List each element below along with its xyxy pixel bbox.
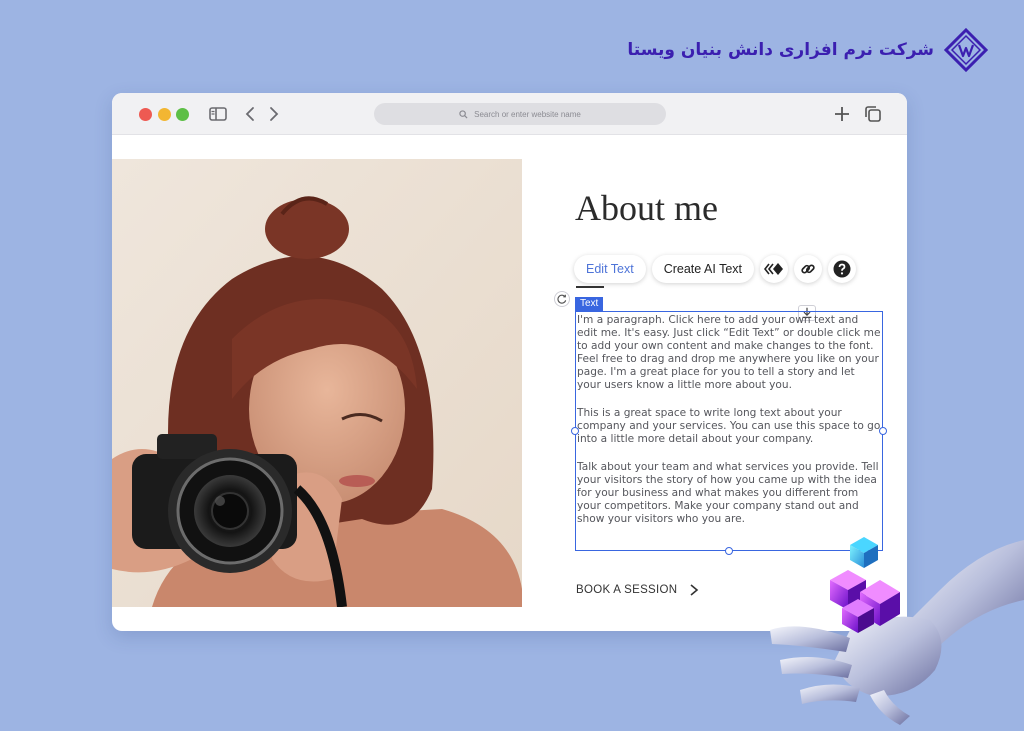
tabs-icon[interactable] [863, 104, 883, 124]
profile-photo [112, 159, 522, 607]
brand: شرکت نرم افزاری دانش بنیان ویستا [627, 28, 988, 72]
resize-handle-right[interactable] [879, 427, 887, 435]
book-session-link[interactable]: BOOK A SESSION [576, 583, 699, 597]
text-editor-toolbar: Edit Text Create AI Text [574, 255, 857, 283]
address-placeholder: Search or enter website name [474, 109, 581, 119]
chevron-right-icon [690, 584, 699, 596]
back-icon[interactable] [240, 104, 260, 124]
link-button[interactable] [794, 255, 823, 283]
close-window-button[interactable] [139, 108, 152, 121]
paragraph-text-box[interactable]: I'm a paragraph. Click here to add your … [575, 311, 883, 551]
resize-handle-left[interactable] [571, 427, 579, 435]
book-session-label: BOOK A SESSION [576, 584, 678, 596]
maximize-window-button[interactable] [176, 108, 189, 121]
sidebar-icon[interactable] [208, 104, 228, 124]
animation-button[interactable] [760, 255, 789, 283]
plus-icon[interactable] [832, 104, 852, 124]
selection-tag: Text [575, 297, 604, 311]
paragraph-1: I'm a paragraph. Click here to add your … [577, 314, 881, 391]
paragraph-3: Talk about your team and what services y… [577, 461, 879, 525]
brand-name: شرکت نرم افزاری دانش بنیان ویستا [627, 40, 934, 60]
search-icon [459, 109, 468, 119]
minimize-window-button[interactable] [158, 108, 171, 121]
rotate-icon[interactable] [554, 291, 570, 307]
help-icon [833, 260, 851, 278]
toolbar-underline [576, 286, 604, 288]
brand-logo-icon [944, 28, 988, 72]
robot-hand-illustration [770, 537, 1024, 725]
link-icon [801, 264, 815, 274]
paragraph-2: This is a great space to write long text… [577, 407, 881, 445]
resize-handle-bottom[interactable] [725, 547, 733, 555]
page-title: About me [575, 188, 718, 228]
edit-text-button[interactable]: Edit Text [574, 255, 646, 283]
forward-icon[interactable] [264, 104, 284, 124]
create-ai-text-button[interactable]: Create AI Text [651, 255, 755, 283]
animation-icon [764, 263, 784, 275]
browser-titlebar: Search or enter website name [112, 93, 907, 135]
address-bar[interactable]: Search or enter website name [374, 103, 666, 125]
help-button[interactable] [828, 255, 857, 283]
